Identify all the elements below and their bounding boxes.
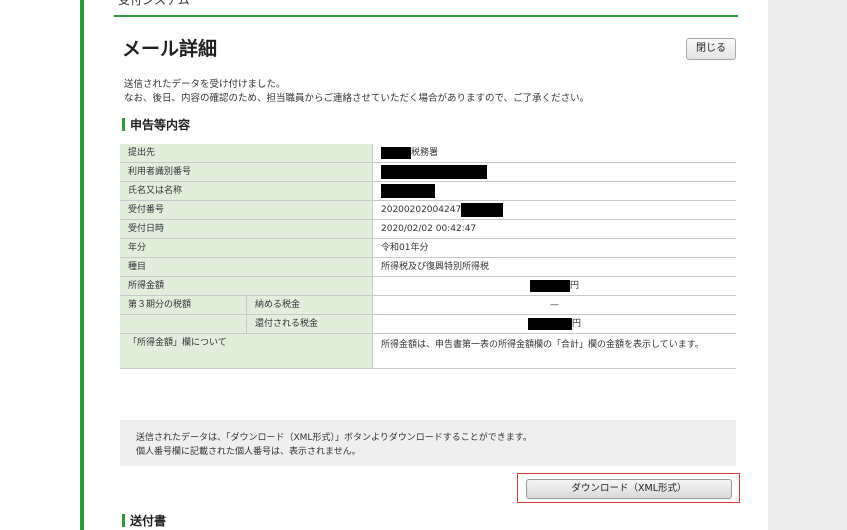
table-row: 受付番号 20200202004247 bbox=[120, 201, 736, 220]
table-row: 第３期分の税額 納める税金 — bbox=[120, 296, 736, 315]
info-line-2: 個人番号欄に記載された個人番号は、表示されません。 bbox=[136, 447, 361, 457]
section-marker bbox=[122, 118, 125, 131]
row-sublabel: 還付される税金 bbox=[246, 315, 372, 333]
row-label: 受付番号 bbox=[120, 201, 372, 219]
row-value: 税務署 bbox=[372, 144, 736, 162]
redaction bbox=[529, 279, 570, 292]
header-divider bbox=[114, 15, 738, 17]
main-content: 受付システム メール詳細 閉じる 送信されたデータを受け付けました。 なお、後日… bbox=[84, 0, 768, 530]
row-value: 20200202004247 bbox=[372, 201, 736, 219]
table-row: 年分 令和01年分 bbox=[120, 239, 736, 258]
section-cover-title: 送付書 bbox=[130, 514, 167, 528]
table-row: 種目 所得税及び復興特別所得税 bbox=[120, 258, 736, 277]
row-label: 提出先 bbox=[120, 144, 372, 162]
close-button[interactable]: 閉じる bbox=[686, 38, 736, 60]
row-value bbox=[372, 163, 736, 181]
redaction bbox=[381, 146, 411, 159]
section-marker bbox=[122, 514, 125, 527]
table-row: 提出先 税務署 bbox=[120, 144, 736, 163]
message-line-2: なお、後日、内容の確認のため、担当職員からご連絡させていただく場合がありますので… bbox=[124, 93, 590, 104]
table-row: 利用者識別番号 bbox=[120, 163, 736, 182]
redaction bbox=[461, 202, 504, 217]
message-line-1: 送信されたデータを受け付けました。 bbox=[124, 79, 286, 90]
table-row: 還付される税金 円 bbox=[120, 315, 736, 334]
table-row: 「所得金額」欄について 所得金額は、申告書第一表の所得金額欄の「合計」欄の金額を… bbox=[120, 334, 736, 369]
download-xml-button[interactable]: ダウンロード（XML形式） bbox=[526, 479, 732, 499]
row-label: 氏名又は名称 bbox=[120, 182, 372, 200]
table-row: 氏名又は名称 bbox=[120, 182, 736, 201]
row-label: 受付日時 bbox=[120, 220, 372, 238]
section-declaration-heading: 申告等内容 bbox=[122, 116, 190, 133]
redaction bbox=[381, 183, 435, 198]
info-box: 送信されたデータは、「ダウンロード（XML形式）」ボタンよりダウンロードすること… bbox=[120, 420, 736, 466]
tax-office-suffix: 税務署 bbox=[411, 148, 439, 158]
row-label: 種目 bbox=[120, 258, 372, 276]
row-label-continuation bbox=[120, 315, 246, 333]
redaction bbox=[527, 317, 572, 330]
receipt-number: 20200202004247 bbox=[381, 205, 462, 215]
section-declaration-title: 申告等内容 bbox=[130, 118, 191, 132]
row-label: 「所得金額」欄について bbox=[120, 334, 372, 368]
row-value: 円 bbox=[372, 315, 736, 333]
right-background bbox=[768, 0, 847, 530]
tax-pay-value: — bbox=[372, 296, 736, 314]
row-sublabel: 納める税金 bbox=[246, 296, 372, 314]
yen-suffix: 円 bbox=[569, 281, 579, 291]
declaration-table: 提出先 税務署 利用者識別番号 氏名又は名称 受付番号 202002020042… bbox=[120, 144, 736, 369]
year-value: 令和01年分 bbox=[372, 239, 736, 257]
table-row: 所得金額 円 bbox=[120, 277, 736, 296]
section-cover-heading: 送付書 bbox=[122, 512, 166, 529]
redaction bbox=[381, 164, 487, 179]
row-label: 所得金額 bbox=[120, 277, 372, 295]
receipt-time: 2020/02/02 00:42:47 bbox=[372, 220, 736, 238]
row-label: 第３期分の税額 bbox=[120, 296, 246, 314]
row-value bbox=[372, 182, 736, 200]
row-label: 利用者識別番号 bbox=[120, 163, 372, 181]
system-name: 受付システム bbox=[118, 0, 190, 7]
note-value: 所得金額は、申告書第一表の所得金額欄の「合計」欄の金額を表示しています。 bbox=[372, 334, 736, 368]
category-value: 所得税及び復興特別所得税 bbox=[372, 258, 736, 276]
table-row: 受付日時 2020/02/02 00:42:47 bbox=[120, 220, 736, 239]
info-line-1: 送信されたデータは、「ダウンロード（XML形式）」ボタンよりダウンロードすること… bbox=[136, 433, 532, 443]
row-value: 円 bbox=[372, 277, 736, 295]
page-title: メール詳細 bbox=[122, 38, 218, 60]
yen-suffix: 円 bbox=[571, 319, 581, 329]
row-label: 年分 bbox=[120, 239, 372, 257]
